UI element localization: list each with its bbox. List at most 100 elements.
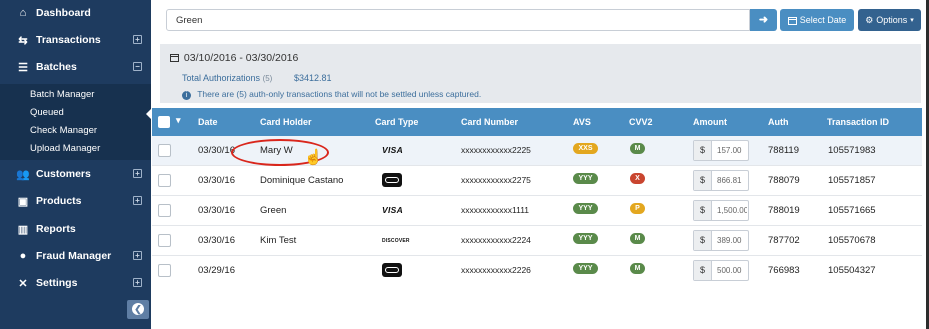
amount-value: 157.00 — [717, 146, 742, 155]
sidebar-item-batches[interactable]: ☰ Batches − — [0, 54, 151, 80]
cell-transaction-id: 105504327 — [828, 265, 876, 276]
search-input[interactable]: Green — [166, 9, 750, 31]
cell-date: 03/29/16 — [198, 265, 235, 276]
expand-icon[interactable]: + — [133, 35, 142, 44]
date-range-text: 03/10/2016 - 03/30/2016 — [183, 52, 299, 64]
sidebar-subitem-batch-manager[interactable]: Batch Manager — [30, 89, 94, 100]
currency-symbol: $ — [694, 261, 712, 280]
row-checkbox[interactable] — [158, 204, 171, 217]
sidebar-item-settings[interactable]: ✕ Settings + — [0, 270, 151, 296]
visa-card-icon: VISA — [382, 145, 404, 155]
date-range: 03/10/2016 - 03/30/2016 — [170, 52, 298, 64]
auth-only-notice-text: There are (5) auth-only transactions tha… — [197, 89, 482, 99]
collapse-icon[interactable]: − — [133, 62, 142, 71]
amount-field[interactable]: $ 1,500.00 — [693, 200, 749, 221]
hand-pointer-icon: ☝ — [304, 149, 323, 166]
transactions-icon: ⇆ — [18, 34, 28, 47]
sidebar-item-reports[interactable]: ▥ Reports — [0, 216, 151, 242]
amount-field[interactable]: $ 866.81 — [693, 170, 749, 191]
row-checkbox[interactable] — [158, 234, 171, 247]
cell-date: 03/30/16 — [198, 235, 235, 246]
sidebar-item-label: Transactions — [36, 34, 101, 46]
gear-icon: ⚙ — [865, 14, 874, 25]
sidebar-item-label: Batches — [36, 61, 77, 73]
column-header-card-type[interactable]: Card Type — [375, 117, 418, 127]
discover-card-icon: DISCOVER — [382, 238, 410, 244]
cell-date: 03/30/16 — [198, 175, 235, 186]
column-header-transaction-id[interactable]: Transaction ID — [827, 117, 889, 127]
fraud-manager-icon: ● — [19, 250, 27, 262]
cell-transaction-id: 105571983 — [828, 145, 876, 156]
sidebar-collapse-button[interactable]: ❮ — [127, 300, 149, 319]
column-header-avs[interactable]: AVS — [573, 117, 591, 127]
table-row[interactable]: 03/29/16 xxxxxxxxxxxx2226 YYY M $ 500.00… — [152, 256, 922, 286]
amount-value: 389.00 — [717, 236, 742, 245]
cell-auth: 766983 — [768, 265, 800, 276]
sidebar-subitem-queued[interactable]: Queued — [30, 107, 64, 118]
expand-icon[interactable]: + — [133, 169, 142, 178]
batches-submenu: Batch Manager Queued Check Manager Uploa… — [0, 84, 151, 160]
row-checkbox[interactable] — [158, 264, 171, 277]
visa-card-icon: VISA — [382, 205, 404, 215]
column-header-card-holder[interactable]: Card Holder — [260, 117, 312, 127]
sidebar-item-label: Reports — [36, 223, 76, 235]
amount-field[interactable]: $ 389.00 — [693, 230, 749, 251]
sidebar-item-customers[interactable]: 👥 Customers + — [0, 161, 151, 187]
expand-icon[interactable]: + — [133, 196, 142, 205]
sidebar-item-label: Settings — [36, 277, 78, 289]
credit-card-icon — [382, 263, 402, 277]
settings-icon: ✕ — [18, 277, 28, 290]
sidebar-item-transactions[interactable]: ⇆ Transactions + — [0, 27, 151, 53]
calendar-icon — [170, 54, 179, 62]
table-row[interactable]: 03/30/16 Kim Test DISCOVER xxxxxxxxxxxx2… — [152, 226, 922, 256]
search-input-value: Green — [176, 14, 203, 26]
options-button[interactable]: ⚙ Options ▾ — [858, 9, 921, 31]
currency-symbol: $ — [694, 141, 712, 160]
chevron-down-icon[interactable]: ▾ — [176, 115, 181, 126]
batches-icon: ☰ — [18, 61, 28, 74]
column-header-cvv2[interactable]: CVV2 — [629, 117, 653, 127]
column-header-date[interactable]: Date — [198, 117, 218, 127]
dashboard-icon: ⌂ — [19, 7, 27, 19]
calendar-icon — [787, 16, 797, 25]
cell-card-holder: Green — [260, 205, 287, 216]
sidebar-subitem-check-manager[interactable]: Check Manager — [30, 125, 97, 136]
row-checkbox[interactable] — [158, 174, 171, 187]
select-all-checkbox[interactable] — [158, 116, 170, 128]
expand-icon[interactable]: + — [133, 278, 142, 287]
cell-auth: 787702 — [768, 235, 800, 246]
column-header-auth[interactable]: Auth — [768, 117, 789, 127]
sidebar-subitem-upload-manager[interactable]: Upload Manager — [30, 143, 100, 154]
credit-card-icon — [382, 173, 402, 187]
cell-auth: 788079 — [768, 175, 800, 186]
sidebar-item-dashboard[interactable]: ⌂ Dashboard — [0, 0, 151, 26]
amount-field[interactable]: $ 157.00 — [693, 140, 749, 161]
column-header-amount[interactable]: Amount — [693, 117, 727, 127]
avs-badge: YYY — [573, 203, 598, 214]
sidebar-item-fraud-manager[interactable]: ● Fraud Manager + — [0, 243, 151, 269]
cell-card-holder: Kim Test — [260, 235, 297, 246]
arrow-right-icon: ➜ — [758, 14, 769, 26]
sidebar-item-products[interactable]: ▣ Products + — [0, 188, 151, 214]
table-header: ▾ Date Card Holder Card Type Card Number… — [152, 108, 922, 136]
caret-down-icon: ▾ — [910, 17, 914, 24]
sidebar-item-label: Products — [36, 195, 82, 207]
cell-date: 03/30/16 — [198, 205, 235, 216]
table-row[interactable]: 03/30/16 Dominique Castano xxxxxxxxxxxx2… — [152, 166, 922, 196]
cvv2-badge: M — [630, 233, 645, 244]
row-checkbox[interactable] — [158, 144, 171, 157]
expand-icon[interactable]: + — [133, 251, 142, 260]
table-row[interactable]: 03/30/16 Green VISA xxxxxxxxxxxx1111 YYY… — [152, 196, 922, 226]
amount-field[interactable]: $ 500.00 — [693, 260, 749, 281]
cell-transaction-id: 105570678 — [828, 235, 876, 246]
cell-card-number: xxxxxxxxxxxx2275 — [461, 175, 531, 185]
currency-symbol: $ — [694, 231, 712, 250]
column-header-card-number[interactable]: Card Number — [461, 117, 518, 127]
select-date-button[interactable]: Select Date — [780, 9, 854, 31]
total-authorizations: Total Authorizations (5) — [182, 73, 272, 83]
search-go-button[interactable]: ➜ — [750, 9, 777, 31]
cell-card-number: xxxxxxxxxxxx2224 — [461, 235, 531, 245]
cvv2-badge: M — [630, 143, 645, 154]
cvv2-badge: P — [630, 203, 645, 214]
cell-transaction-id: 105571857 — [828, 175, 876, 186]
